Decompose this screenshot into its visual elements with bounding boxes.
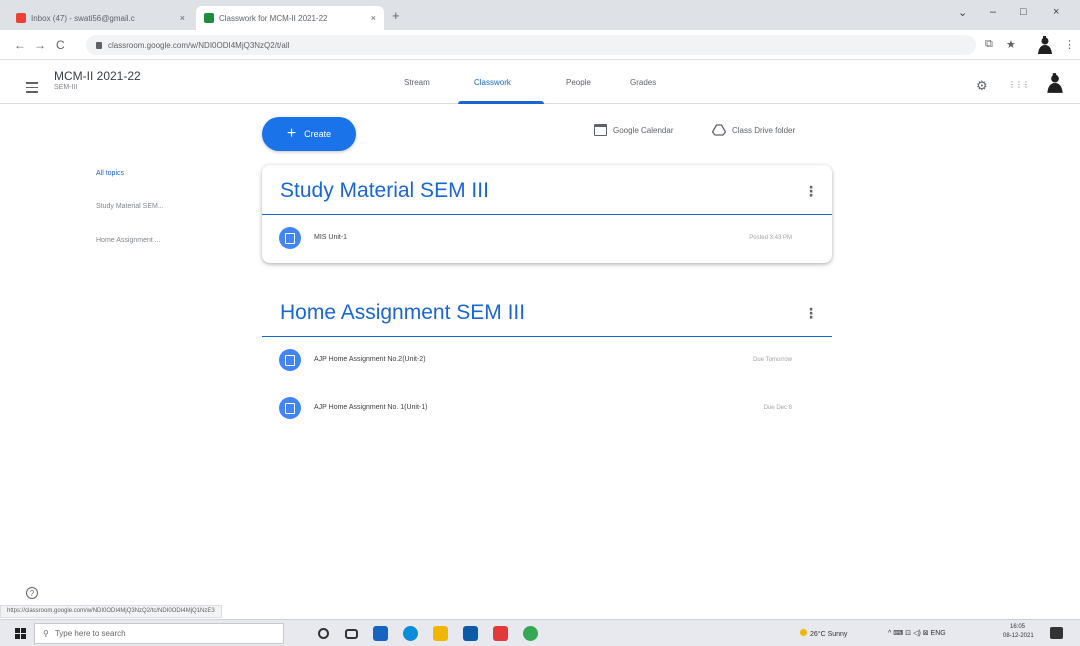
close-window-button[interactable]: × [1053, 6, 1059, 18]
edge-icon[interactable] [403, 626, 418, 641]
drive-icon [712, 124, 726, 136]
calendar-icon [594, 124, 607, 136]
new-tab-button[interactable]: + [392, 8, 400, 23]
tab-stream[interactable]: Stream [404, 78, 430, 87]
tab-classwork[interactable]: Classwork [474, 78, 511, 87]
class-drive-folder-link[interactable]: Class Drive folder [712, 124, 795, 136]
account-avatar-icon[interactable] [1044, 72, 1066, 94]
google-apps-icon[interactable]: ⋮⋮⋮ [1008, 80, 1030, 89]
address-bar[interactable]: classroom.google.com/w/NDI0ODI4MjQ3NzQ2/… [86, 35, 976, 55]
topic-card-study-material: Study Material SEM III ⋮ MIS Unit-1 Post… [262, 165, 832, 263]
extensions-icon[interactable]: ⧉ [985, 38, 993, 51]
system-tray-icons[interactable]: ^ ⌨ ⊡ ◁) ⊠ ENG [888, 629, 946, 637]
class-name[interactable]: MCM-II 2021-22 [54, 69, 141, 83]
search-icon: ⚲ [43, 629, 49, 638]
status-bar-url: https://classroom.google.com/w/NDI0ODI4M… [0, 605, 222, 618]
assignment-icon [279, 349, 301, 371]
windows-taskbar: ⚲ Type here to search 26°C Sunny ^ ⌨ ⊡ ◁… [0, 619, 1080, 646]
more-options-icon[interactable]: ⋮ [804, 183, 818, 200]
create-button[interactable]: + Create [262, 117, 356, 151]
sidebar-item-home-assignment[interactable]: Home Assignment ... [96, 237, 161, 244]
drive-label: Class Drive folder [732, 125, 796, 135]
browser-tab-gmail[interactable]: Inbox (47) - swati56@gmail.c × [8, 6, 193, 30]
google-calendar-link[interactable]: Google Calendar [594, 124, 673, 136]
list-item[interactable]: MIS Unit-1 Posted 3:43 PM [262, 215, 832, 263]
weather-text: 26°C Sunny [810, 631, 848, 638]
plus-icon: + [286, 125, 297, 142]
taskbar-search-box[interactable]: ⚲ Type here to search [34, 623, 284, 644]
topic-title[interactable]: Home Assignment SEM III [280, 301, 525, 325]
help-icon[interactable]: ? [26, 587, 38, 599]
app-icon-red[interactable] [493, 626, 508, 641]
settings-gear-icon[interactable]: ⚙ [976, 78, 988, 94]
clock-date[interactable]: 08-12-2021 [1003, 633, 1034, 639]
item-meta: Due Tomorrow [753, 357, 792, 363]
minimize-button[interactable]: – [990, 6, 996, 18]
main-menu-icon[interactable] [26, 82, 38, 96]
search-placeholder: Type here to search [54, 629, 126, 638]
item-meta: Posted 3:43 PM [749, 235, 792, 241]
gmail-icon [16, 13, 26, 23]
windows-start-icon[interactable] [15, 628, 26, 639]
tab-grades[interactable]: Grades [630, 78, 656, 87]
active-tab-indicator [458, 101, 544, 104]
close-icon[interactable]: × [371, 13, 376, 23]
browser-menu-icon[interactable]: ⋮ [1064, 38, 1075, 51]
cortana-icon[interactable] [318, 628, 329, 639]
tab-title: Classwork for MCM-II 2021-22 [219, 13, 328, 23]
store-icon[interactable] [463, 626, 478, 641]
assignment-icon [279, 397, 301, 419]
item-title: AJP Home Assignment No. 1(Unit-1) [314, 404, 428, 411]
tab-search-icon[interactable]: ⌄ [958, 6, 967, 19]
list-item[interactable]: AJP Home Assignment No.2(Unit-2) Due Tom… [262, 337, 832, 385]
url-text: classroom.google.com/w/NDI0ODI4MjQ3NzQ2/… [108, 40, 290, 50]
item-title: AJP Home Assignment No.2(Unit-2) [314, 356, 426, 363]
material-icon [279, 227, 301, 249]
classroom-header: MCM-II 2021-22 SEM-III Stream Classwork … [0, 60, 1080, 104]
tab-title: Inbox (47) - swati56@gmail.c [31, 13, 135, 23]
reload-button[interactable]: C [56, 38, 65, 52]
close-icon[interactable]: × [180, 13, 185, 23]
list-item[interactable]: AJP Home Assignment No. 1(Unit-1) Due De… [262, 385, 832, 433]
sidebar-item-all-topics[interactable]: All topics [96, 170, 124, 177]
topic-header: Home Assignment SEM III ⋮ [262, 287, 832, 337]
tab-people[interactable]: People [566, 78, 591, 87]
topic-section-home-assignment: Home Assignment SEM III ⋮ AJP Home Assig… [262, 287, 832, 433]
chrome-icon[interactable] [523, 626, 538, 641]
item-meta: Due Dec 8 [763, 405, 792, 411]
file-explorer-icon[interactable] [433, 626, 448, 641]
sun-icon [800, 629, 807, 636]
create-label: Create [304, 129, 332, 139]
profile-avatar-icon[interactable] [1035, 35, 1055, 55]
browser-tab-classroom[interactable]: Classwork for MCM-II 2021-22 × [196, 6, 384, 30]
notifications-icon[interactable] [1050, 627, 1063, 639]
weather-widget[interactable]: 26°C Sunny [800, 629, 847, 638]
task-view-icon[interactable] [345, 629, 358, 639]
browser-toolbar: ← → C classroom.google.com/w/NDI0ODI4MjQ… [0, 30, 1080, 60]
topic-title[interactable]: Study Material SEM III [280, 179, 489, 203]
maximize-button[interactable]: □ [1020, 6, 1027, 18]
class-section: SEM-III [54, 84, 78, 91]
browser-tab-strip: Inbox (47) - swati56@gmail.c × Classwork… [0, 0, 1080, 30]
calendar-label: Google Calendar [613, 125, 674, 135]
forward-button[interactable]: → [34, 38, 46, 52]
back-button[interactable]: ← [14, 38, 26, 52]
clock-time[interactable]: 16:05 [1010, 624, 1025, 630]
more-options-icon[interactable]: ⋮ [804, 305, 818, 322]
topic-header: Study Material SEM III ⋮ [262, 165, 832, 215]
item-title: MIS Unit-1 [314, 234, 348, 241]
classroom-icon [204, 13, 214, 23]
bookmark-star-icon[interactable]: ★ [1006, 38, 1016, 51]
sidebar-item-study-material[interactable]: Study Material SEM... [96, 203, 164, 210]
app-icon-blue[interactable] [373, 626, 388, 641]
lock-icon [96, 41, 102, 49]
